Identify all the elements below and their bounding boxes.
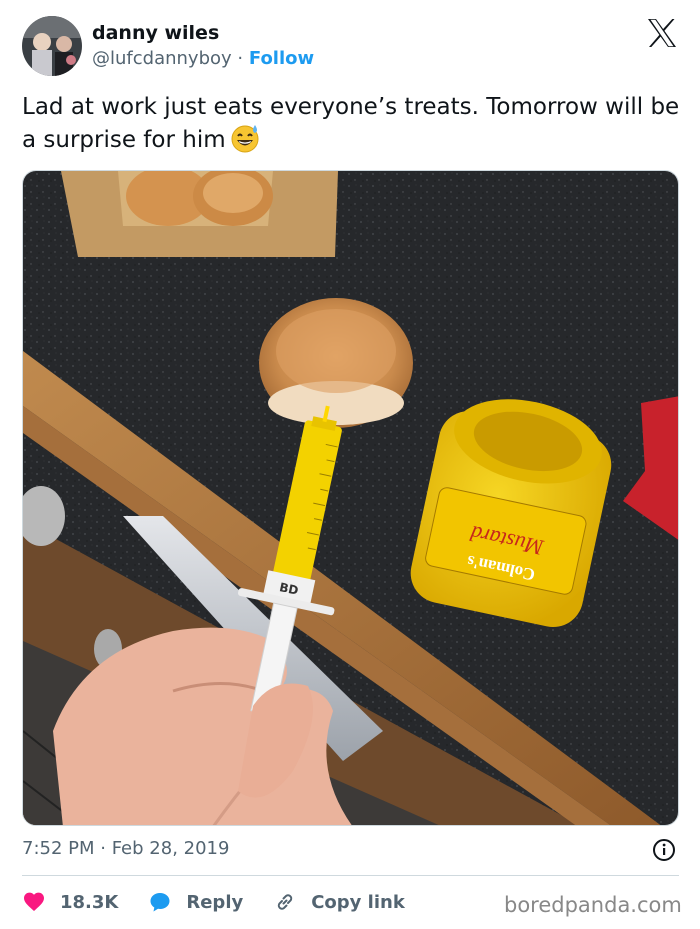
tweet-text: Lad at work just eats everyone’s treats.… bbox=[22, 92, 682, 156]
watermark: boredpanda.com bbox=[504, 893, 682, 917]
divider bbox=[22, 875, 679, 876]
tweet-actions: 18.3K Reply Copy link bbox=[22, 887, 435, 917]
follow-button[interactable]: Follow bbox=[249, 48, 314, 69]
copy-link-label: Copy link bbox=[311, 891, 405, 913]
avatar[interactable] bbox=[22, 16, 82, 76]
reply-label: Reply bbox=[186, 891, 244, 913]
tweet-timestamp[interactable]: 7:52 PM · Feb 28, 2019 bbox=[22, 838, 229, 859]
author-handle-row: @lufcdannyboy · Follow bbox=[92, 48, 314, 69]
x-logo-icon[interactable] bbox=[646, 18, 678, 48]
like-count: 18.3K bbox=[60, 891, 119, 913]
handle-separator: · bbox=[237, 48, 244, 69]
link-icon bbox=[278, 894, 293, 910]
author-display-name[interactable]: danny wiles bbox=[92, 22, 219, 44]
author-handle[interactable]: @lufcdannyboy bbox=[92, 48, 232, 69]
like-button[interactable]: 18.3K bbox=[22, 890, 118, 914]
grinning-face-with-sweat-emoji-icon bbox=[230, 123, 260, 153]
tweet-card: danny wiles @lufcdannyboy · Follow Lad a… bbox=[0, 0, 700, 929]
reply-button[interactable]: Reply bbox=[148, 890, 243, 914]
heart-icon bbox=[24, 892, 44, 911]
tweet-photo[interactable]: Mustard Colman's BD bbox=[22, 170, 679, 826]
speech-bubble-icon bbox=[150, 893, 170, 912]
copy-link-button[interactable]: Copy link bbox=[273, 890, 405, 914]
tweet-body: Lad at work just eats everyone’s treats.… bbox=[22, 94, 680, 153]
info-icon[interactable] bbox=[651, 837, 677, 863]
